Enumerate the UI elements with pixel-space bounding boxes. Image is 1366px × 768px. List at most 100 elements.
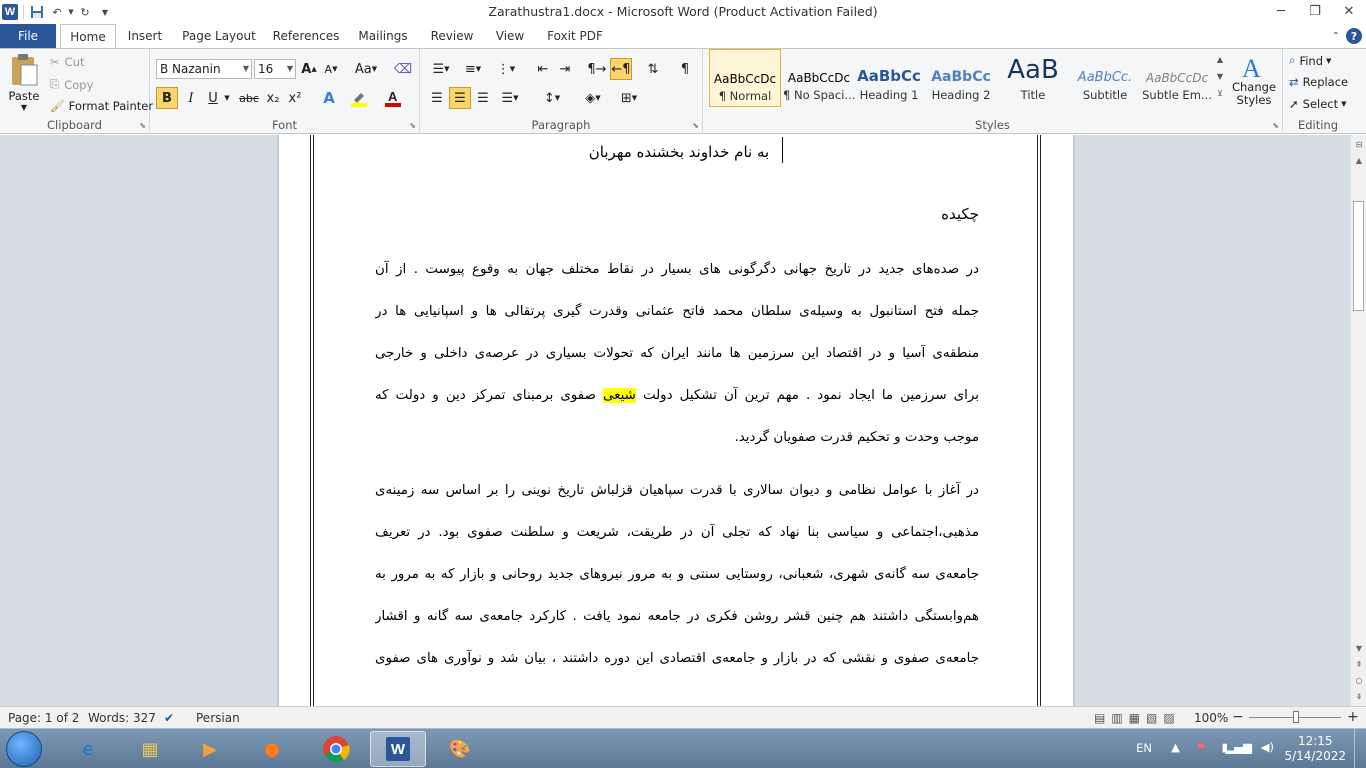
shrink-font-button[interactable]: A ▼	[320, 58, 342, 80]
font-family-select[interactable]: B Nazanin ▼	[156, 59, 252, 79]
zoom-level[interactable]: 100%	[1194, 711, 1228, 725]
scroll-up-icon[interactable]: ▲	[1351, 153, 1366, 167]
language-indicator[interactable]: Persian	[196, 711, 240, 725]
word-count[interactable]: Words: 327	[88, 711, 156, 725]
align-right-icon[interactable]: ☰	[472, 87, 494, 109]
rtl-direction-icon[interactable]: ←¶	[610, 58, 632, 80]
text-effects-button[interactable]: A	[318, 87, 340, 109]
grow-font-button[interactable]: A ▲	[298, 58, 320, 80]
subscript-button[interactable]: x₂	[262, 87, 284, 109]
minimize-ribbon-icon[interactable]: ⌃	[1332, 31, 1340, 42]
bullets-icon[interactable]: ☰ ▼	[428, 58, 454, 80]
decrease-indent-icon[interactable]: ⇤	[532, 58, 554, 80]
line-spacing-icon[interactable]: ↕ ▼	[538, 87, 566, 109]
word-taskbar-icon[interactable]: W	[370, 731, 426, 767]
bold-button[interactable]: B	[156, 87, 178, 109]
action-center-icon[interactable]: ⚑	[1196, 740, 1206, 754]
start-button[interactable]	[6, 731, 42, 767]
font-size-select[interactable]: 16 ▼	[254, 59, 296, 79]
underline-dropdown-icon[interactable]: ▼	[222, 87, 232, 109]
proofing-icon[interactable]: ✔	[164, 711, 174, 725]
align-left-icon[interactable]: ☰	[426, 87, 448, 109]
view-buttons[interactable]: ▤▥▦▧▨	[1094, 711, 1181, 725]
replace-button[interactable]: ⇄ Replace	[1289, 75, 1348, 89]
vertical-scrollbar[interactable]: ⊟ ▲ ▼ ⇞ ○ ⇟	[1350, 135, 1366, 706]
show-desktop-button[interactable]	[1354, 729, 1366, 768]
show-hidden-icons-icon[interactable]: ▲	[1171, 740, 1180, 754]
styles-launcher-icon[interactable]: ⬊	[1272, 121, 1279, 130]
word-app-icon[interactable]: W	[0, 2, 20, 22]
style-subtitle[interactable]: AaBbCc. Subtitle	[1069, 49, 1141, 107]
justify-icon[interactable]: ☰ ▼	[496, 87, 524, 109]
redo-icon[interactable]: ↻	[75, 2, 95, 22]
next-page-icon[interactable]: ⇟	[1351, 689, 1366, 703]
undo-dropdown-icon[interactable]: ▼	[67, 2, 75, 22]
style-heading-2[interactable]: AaBbCc Heading 2	[925, 49, 997, 107]
zoom-in-button[interactable]: +	[1347, 709, 1359, 725]
styles-down-icon[interactable]: ▼	[1217, 72, 1223, 81]
superscript-button[interactable]: x²	[284, 87, 306, 109]
undo-icon[interactable]: ↶	[47, 2, 67, 22]
paragraph-launcher-icon[interactable]: ⬊	[692, 121, 699, 130]
underline-button[interactable]: U	[202, 87, 224, 109]
tab-mailings[interactable]: Mailings	[354, 24, 412, 48]
styles-more-icon[interactable]: ⊻	[1217, 89, 1223, 98]
show-formatting-button[interactable]: ¶	[674, 58, 696, 80]
tab-references[interactable]: References	[270, 24, 342, 48]
scroll-down-icon[interactable]: ▼	[1351, 641, 1366, 655]
network-icon[interactable]: ▂▄▆	[1225, 740, 1252, 754]
restore-button[interactable]: ❐	[1298, 0, 1332, 22]
select-button[interactable]: ➚ Select ▼	[1289, 97, 1347, 111]
tab-file[interactable]: File	[0, 24, 56, 48]
style-no-spacing[interactable]: AaBbCcDc ¶ No Spaci...	[783, 49, 855, 107]
tab-review[interactable]: Review	[426, 24, 478, 48]
input-language[interactable]: EN	[1136, 741, 1152, 755]
italic-button[interactable]: I	[180, 87, 202, 109]
cut-button[interactable]: ✂ Cut	[50, 55, 84, 69]
style-heading-1[interactable]: AaBbCc Heading 1	[853, 49, 925, 107]
format-painter-button[interactable]: 🖌 Format Painter	[50, 99, 153, 113]
zoom-out-button[interactable]: −	[1232, 709, 1244, 725]
file-explorer-icon[interactable]: ▦	[122, 731, 178, 767]
sort-icon[interactable]: ⇅	[642, 58, 664, 80]
help-button[interactable]: ?	[1346, 28, 1362, 44]
change-styles-button[interactable]: A Change Styles	[1229, 53, 1279, 107]
shading-icon[interactable]: ◈ ▼	[578, 87, 608, 109]
borders-icon[interactable]: ⊞ ▼	[614, 87, 644, 109]
internet-explorer-icon[interactable]: e	[60, 731, 116, 767]
change-case-button[interactable]: Aa ▼	[352, 58, 380, 80]
abstract-paragraph-1[interactable]: در صده‌های جدید در تاریخ جهانی دگرگونی ه…	[375, 249, 979, 459]
multilevel-list-icon[interactable]: ⋮ ▼	[492, 58, 520, 80]
tab-home[interactable]: Home	[60, 24, 116, 49]
strikethrough-button[interactable]: abc	[236, 87, 262, 109]
abstract-heading[interactable]: چکیده	[375, 205, 979, 223]
font-color-button[interactable]: A	[382, 87, 404, 109]
zoom-slider-knob[interactable]	[1293, 711, 1299, 723]
media-player-icon[interactable]: ▶	[182, 731, 238, 767]
style-title[interactable]: AaB Title	[997, 49, 1069, 107]
tab-view[interactable]: View	[490, 24, 530, 48]
clipboard-launcher-icon[interactable]: ⬊	[139, 121, 146, 130]
close-button[interactable]: ✕	[1332, 0, 1366, 22]
highlight-button[interactable]	[348, 87, 370, 109]
customize-qat-icon[interactable]: ▼	[95, 2, 115, 22]
minimize-button[interactable]: ─	[1264, 0, 1298, 22]
tab-foxit-pdf[interactable]: Foxit PDF	[544, 24, 606, 48]
tab-insert[interactable]: Insert	[122, 24, 168, 48]
style-subtle-emphasis[interactable]: AaBbCcDc Subtle Em...	[1141, 49, 1213, 107]
paint-icon[interactable]: 🎨	[432, 731, 488, 767]
document-title[interactable]: به نام خداوند بخشنده مهربان	[379, 143, 979, 161]
ruler-toggle-icon[interactable]: ⊟	[1351, 137, 1366, 151]
increase-indent-icon[interactable]: ⇥	[554, 58, 576, 80]
document-page[interactable]: به نام خداوند بخشنده مهربان چکیده در صده…	[279, 135, 1073, 706]
previous-page-icon[interactable]: ⇞	[1351, 657, 1366, 671]
page-count[interactable]: Page: 1 of 2	[8, 711, 79, 725]
save-icon[interactable]	[27, 2, 47, 22]
styles-scroll[interactable]: ▲ ▼ ⊻	[1214, 55, 1226, 98]
numbering-icon[interactable]: ≡ ▼	[460, 58, 486, 80]
firefox-icon[interactable]: ●	[244, 731, 300, 767]
chrome-icon[interactable]	[308, 731, 364, 767]
copy-button[interactable]: ⎘ Copy	[50, 77, 93, 92]
font-launcher-icon[interactable]: ⬊	[409, 121, 416, 130]
clear-formatting-icon[interactable]: ⌫	[392, 58, 414, 80]
